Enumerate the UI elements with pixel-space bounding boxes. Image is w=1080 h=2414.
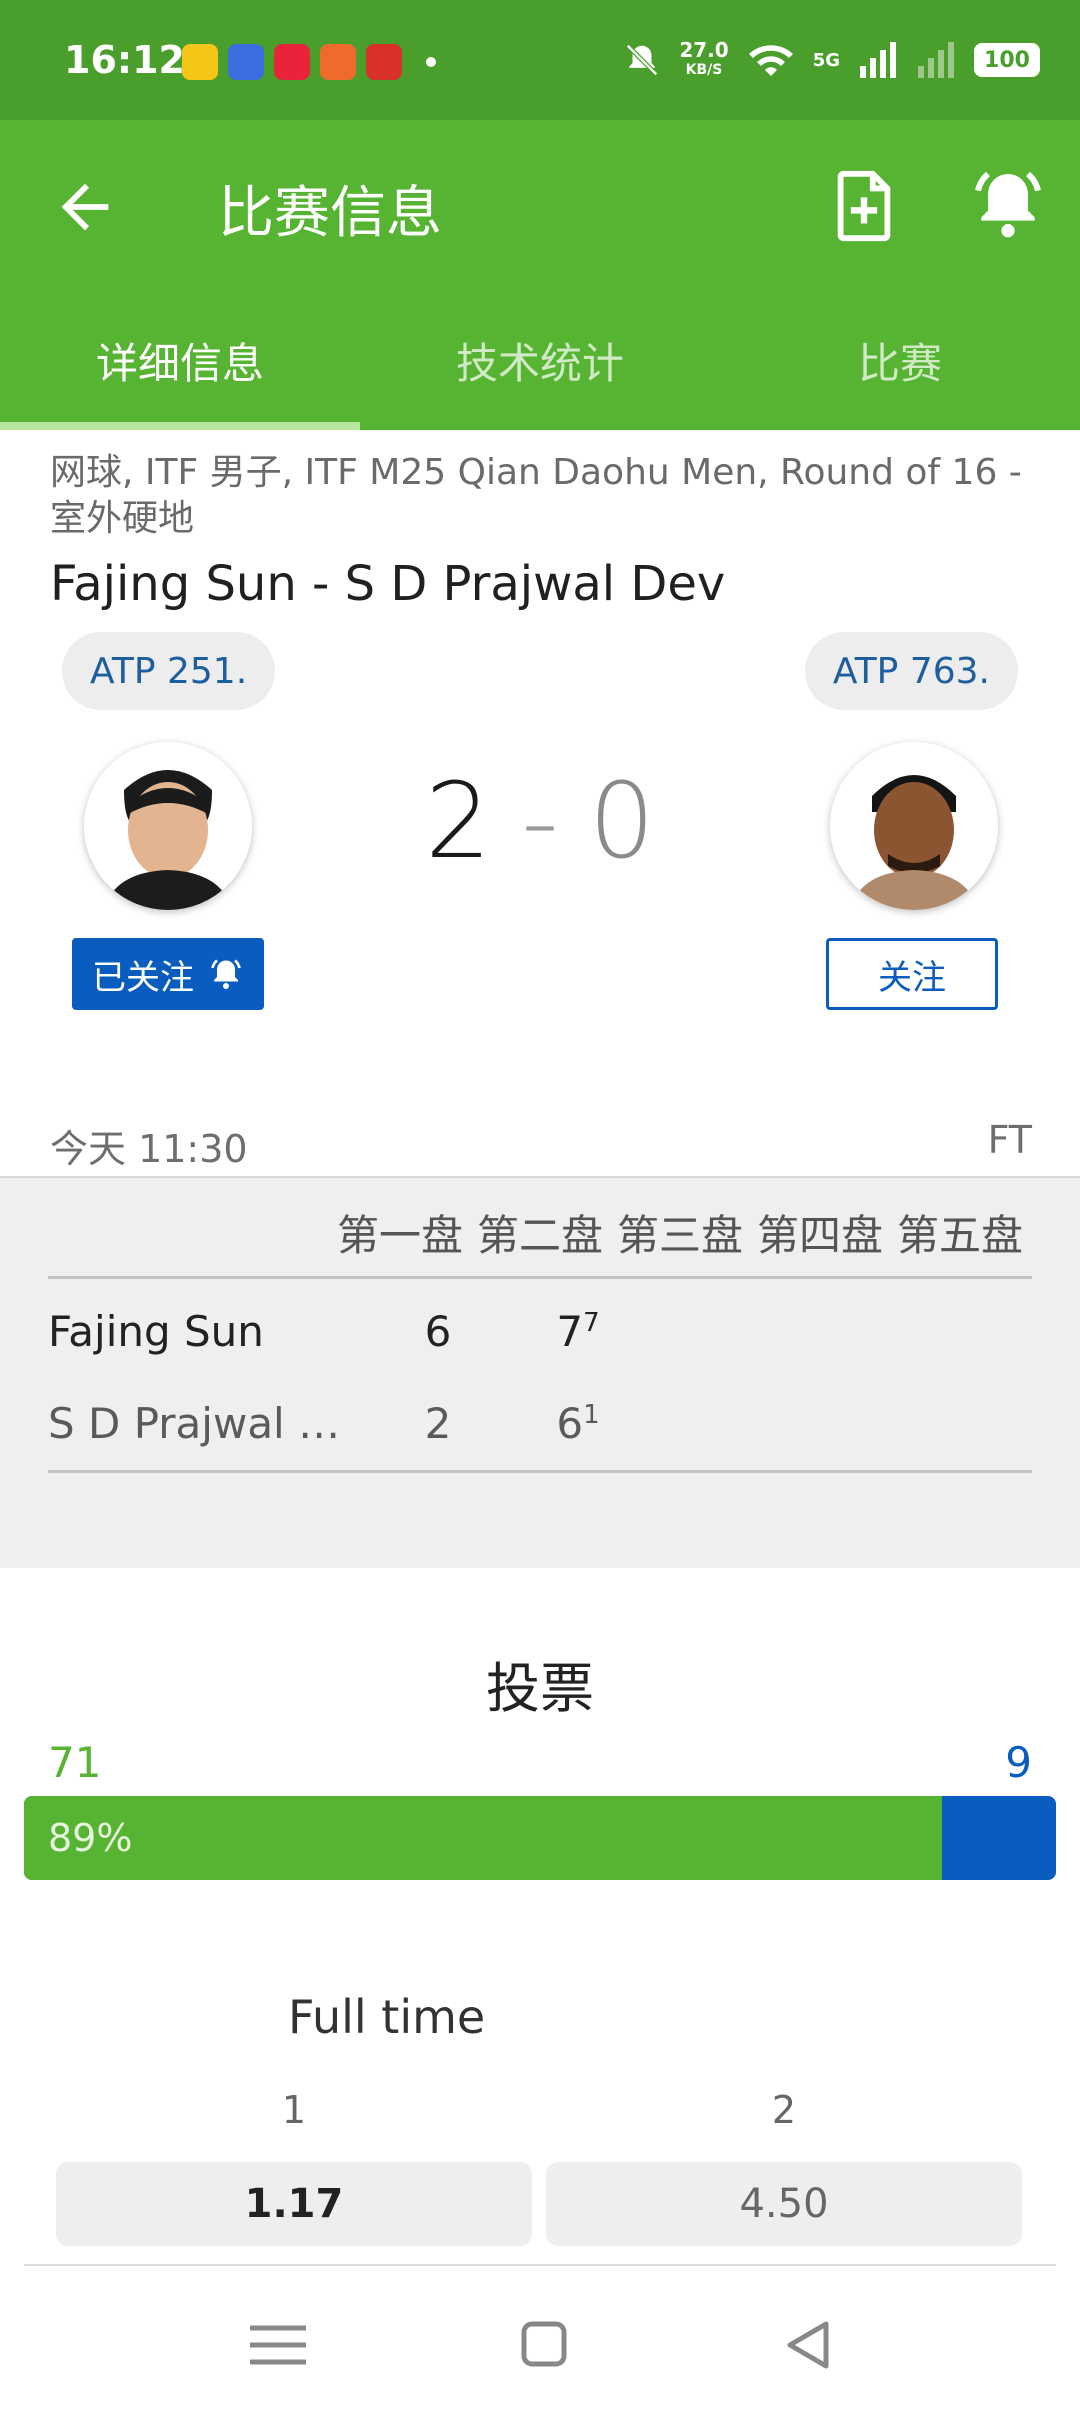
weibo-app-icon <box>182 44 218 80</box>
set-1-score: 2 <box>424 1398 452 1448</box>
odds-label-2: 2 <box>771 2088 797 2132</box>
tieba-app-icon <box>228 44 264 80</box>
battery-icon: 100 <box>974 43 1040 77</box>
vote-title: 投票 <box>486 1657 594 1720</box>
status-bar: 16:12 27.0 KB/S 5G 100 <box>0 0 1080 120</box>
signal-weak-icon <box>918 42 954 78</box>
divider <box>48 1470 1032 1473</box>
player-name: S D Prajwal Dev <box>48 1398 368 1448</box>
wifi-icon <box>748 45 793 76</box>
bell-icon[interactable] <box>968 164 1048 244</box>
set-2-score: 61 <box>508 1399 648 1448</box>
home-score: 2 <box>425 760 492 882</box>
set-scores-table: 第一盘 第二盘 第三盘 第四盘 第五盘 Fajing Sun 6 77 S D … <box>0 1176 1080 1568</box>
player-name: Fajing Sun <box>48 1306 264 1356</box>
set-2-score: 77 <box>508 1307 648 1356</box>
odds-title: Full time <box>288 1990 486 2044</box>
home-vote-fill[interactable]: 89% <box>24 1796 943 1880</box>
odds-label-1: 1 <box>281 2088 307 2132</box>
set-header: 第五盘 <box>896 1211 1023 1260</box>
follow-label: 已关注 <box>92 957 194 998</box>
game-app-icon <box>366 44 402 80</box>
network-type: 5G <box>812 49 840 71</box>
set-header: 第二盘 <box>476 1211 603 1260</box>
signal-icon <box>860 42 896 78</box>
away-score: 0 <box>588 760 655 882</box>
score-separator: - <box>521 760 559 882</box>
home-vote-percent: 89% <box>48 1816 133 1860</box>
away-rank-badge[interactable]: ATP 763. <box>804 632 1018 710</box>
page-title: 比赛信息 <box>218 181 442 246</box>
odds-button-home[interactable]: 1.17 <box>56 2162 532 2246</box>
odds-button-away[interactable]: 4.50 <box>546 2162 1022 2246</box>
notification-icons <box>182 44 436 80</box>
match-start-time: 今天 11:30 <box>50 1127 248 1171</box>
status-time: 16:12 <box>64 38 185 82</box>
match-score: 2-0 <box>0 760 1080 882</box>
home-square-icon[interactable] <box>504 2310 584 2380</box>
home-vote-count: 71 <box>48 1738 102 1787</box>
tab-bar: 详细信息 技术统计 比赛 <box>0 290 1080 430</box>
system-nav-bar <box>0 2280 1080 2414</box>
set-header: 第四盘 <box>756 1211 883 1260</box>
table-row: S D Prajwal Dev 2 61 <box>48 1378 1032 1468</box>
app-bar: 比赛信息 <box>0 120 1080 290</box>
tab-statistics[interactable]: 技术统计 <box>360 290 720 430</box>
home-rank-badge[interactable]: ATP 251. <box>62 632 276 710</box>
tiebreak-score: 7 <box>583 1307 600 1338</box>
divider <box>48 1276 1032 1279</box>
set-header: 第一盘 <box>336 1211 463 1260</box>
set-headers: 第一盘 第二盘 第三盘 第四盘 第五盘 <box>330 1202 1030 1263</box>
xiaohongshu-app-icon <box>274 44 310 80</box>
net-speed-unit: KB/S <box>685 62 723 78</box>
match-status: FT <box>987 1118 1032 1162</box>
bell-ring-icon <box>211 959 241 989</box>
away-vote-count: 9 <box>1005 1738 1032 1787</box>
add-document-icon[interactable] <box>828 168 900 244</box>
menu-icon[interactable] <box>238 2310 318 2380</box>
match-title: Fajing Sun - S D Prajwal Dev <box>50 556 726 612</box>
status-indicators: 27.0 KB/S 5G 100 <box>623 40 1040 80</box>
tab-match[interactable]: 比赛 <box>720 290 1080 430</box>
book-app-icon <box>320 44 356 80</box>
away-follow-button[interactable]: 关注 <box>826 938 998 1010</box>
tiebreak-score: 1 <box>583 1399 600 1430</box>
set-games: 6 <box>556 1398 584 1448</box>
home-follow-button[interactable]: 已关注 <box>72 938 264 1010</box>
mute-bell-icon <box>626 44 659 76</box>
divider <box>24 2264 1056 2266</box>
arrow-left-icon[interactable] <box>50 172 120 242</box>
set-games: 7 <box>556 1306 584 1356</box>
net-speed-value: 27.0 <box>679 38 729 62</box>
net-speed: 27.0 KB/S <box>679 40 728 80</box>
breadcrumb: 网球, ITF 男子, ITF M25 Qian Daohu Men, Roun… <box>50 452 1022 539</box>
tab-details[interactable]: 详细信息 <box>0 290 360 430</box>
battery-level: 100 <box>984 47 1030 73</box>
table-row: Fajing Sun 6 77 <box>48 1286 1032 1376</box>
vote-bar[interactable]: 89% <box>24 1796 1056 1880</box>
set-1-score: 6 <box>424 1306 452 1356</box>
back-triangle-icon[interactable] <box>770 2310 850 2380</box>
more-notifications-dot <box>426 57 436 67</box>
set-header: 第三盘 <box>616 1211 743 1260</box>
follow-label: 关注 <box>878 957 946 998</box>
